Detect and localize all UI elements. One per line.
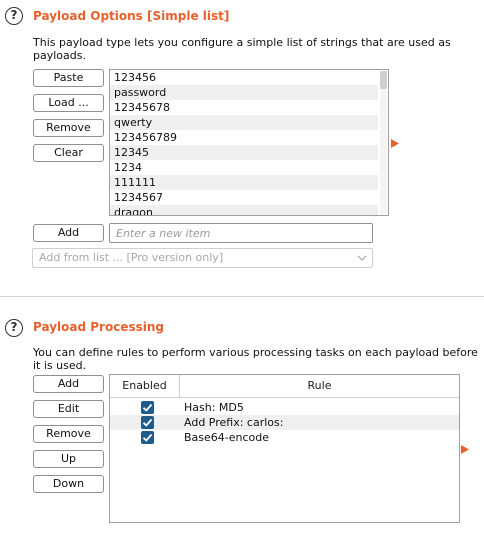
help-icon[interactable]: ? (5, 7, 23, 25)
add-from-list-value: Add from list ... [Pro version only] (39, 251, 224, 264)
list-item[interactable]: dragon (110, 205, 378, 215)
payload-processing-title: Payload Processing (33, 320, 164, 334)
load-button[interactable]: Load ... (33, 94, 104, 112)
enabled-checkbox[interactable] (141, 416, 154, 429)
payload-list[interactable]: 123456 password 12345678 qwerty 12345678… (109, 69, 389, 216)
paste-button[interactable]: Paste (33, 69, 104, 87)
edit-rule-button[interactable]: Edit (33, 400, 104, 418)
check-icon (142, 403, 153, 412)
list-item[interactable]: 1234567 (110, 190, 378, 205)
section-divider (0, 296, 484, 297)
payload-options-title: Payload Options [Simple list] (33, 9, 230, 23)
list-scrollbar[interactable] (380, 71, 387, 214)
expand-arrow-icon[interactable] (461, 445, 469, 454)
check-icon (142, 433, 153, 442)
remove-rule-button[interactable]: Remove (33, 425, 104, 443)
column-header-enabled[interactable]: Enabled (110, 375, 180, 397)
expand-arrow-icon[interactable] (391, 139, 399, 148)
table-row[interactable]: Base64-encode (110, 430, 459, 445)
new-item-input[interactable] (109, 223, 373, 243)
scrollbar-thumb[interactable] (380, 71, 387, 89)
column-header-rule[interactable]: Rule (180, 375, 459, 397)
check-icon (142, 418, 153, 427)
payload-processing-description: You can define rules to perform various … (33, 346, 478, 372)
table-header: Enabled Rule (110, 375, 459, 398)
rules-table[interactable]: Enabled Rule Hash: MD5 Add Prefix: carlo… (109, 374, 460, 523)
up-rule-button[interactable]: Up (33, 450, 104, 468)
clear-button[interactable]: Clear (33, 144, 104, 162)
help-icon[interactable]: ? (5, 319, 23, 337)
down-rule-button[interactable]: Down (33, 475, 104, 493)
list-item[interactable]: 1234 (110, 160, 378, 175)
list-item[interactable]: 12345 (110, 145, 378, 160)
list-item[interactable]: qwerty (110, 115, 378, 130)
table-row[interactable]: Add Prefix: carlos: (110, 415, 459, 430)
payload-options-description: This payload type lets you configure a s… (33, 36, 451, 62)
list-item[interactable]: 123456 (110, 70, 378, 85)
enabled-checkbox[interactable] (141, 431, 154, 444)
table-row[interactable]: Hash: MD5 (110, 400, 459, 415)
rule-text: Base64-encode (184, 431, 270, 444)
list-item[interactable]: 111111 (110, 175, 378, 190)
rule-text: Hash: MD5 (184, 401, 244, 414)
list-item[interactable]: password (110, 85, 378, 100)
add-item-button[interactable]: Add (33, 224, 104, 242)
add-from-list-select[interactable]: Add from list ... [Pro version only] (32, 248, 373, 268)
enabled-checkbox[interactable] (141, 401, 154, 414)
chevron-down-icon (357, 255, 367, 261)
list-item[interactable]: 12345678 (110, 100, 378, 115)
list-item[interactable]: 123456789 (110, 130, 378, 145)
rule-text: Add Prefix: carlos: (184, 416, 284, 429)
remove-button[interactable]: Remove (33, 119, 104, 137)
add-rule-button[interactable]: Add (33, 375, 104, 393)
